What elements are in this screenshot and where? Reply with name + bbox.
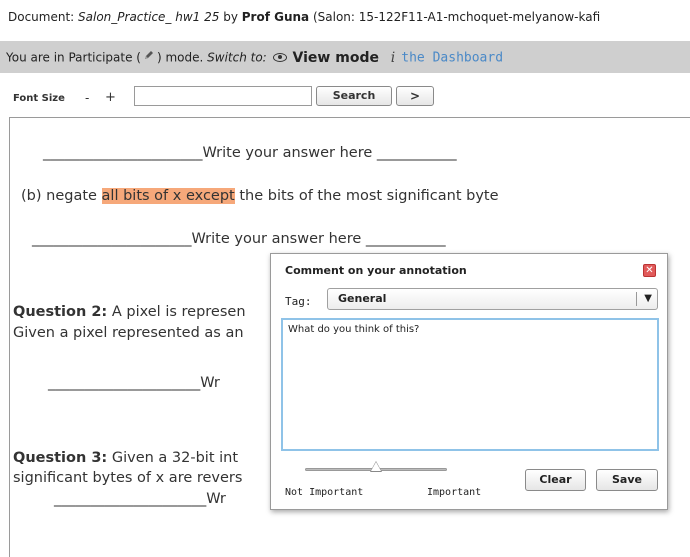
tag-label: Tag:: [285, 295, 312, 308]
answer-blank[interactable]: _____________________: [48, 375, 200, 391]
next-result-button[interactable]: >: [396, 86, 434, 106]
view-mode-link[interactable]: View mode: [293, 50, 379, 66]
mode-prefix: You are in Participate (: [6, 50, 141, 65]
question-2-line-2: Given a pixel represented as an: [13, 325, 244, 341]
comment-textarea[interactable]: [281, 318, 659, 451]
pencil-icon: [143, 41, 155, 73]
answer-blank[interactable]: ___________: [377, 145, 457, 161]
question-2-label: Question 2:: [13, 304, 108, 320]
answer-prompt: Write your answer here: [191, 231, 362, 247]
importance-slider-thumb[interactable]: [370, 461, 382, 472]
font-size-increase-button[interactable]: +: [105, 90, 116, 105]
font-size-label: Font Size: [13, 93, 65, 104]
switch-to-label: Switch to:: [207, 50, 267, 65]
question-2-text: A pixel is represen: [107, 304, 246, 320]
answer-line-3: _____________________Wr: [48, 375, 220, 391]
answer-blank[interactable]: ______________________: [32, 231, 192, 247]
answer-prompt: Wr: [206, 491, 226, 507]
question-3: Question 3: Given a 32-bit int: [13, 450, 238, 466]
answer-blank[interactable]: ___________: [366, 231, 446, 247]
font-size-decrease-button[interactable]: -: [85, 91, 89, 105]
answer-blank[interactable]: _____________________: [54, 491, 206, 507]
comment-dialog: Comment on your annotation ✕ Tag: Genera…: [270, 253, 668, 510]
mode-suffix: ) mode.: [156, 50, 208, 65]
important-label: Important: [427, 487, 482, 498]
by-label: by: [219, 10, 242, 24]
info-icon: i: [390, 49, 396, 66]
document-bar: Document: Salon_Practice_ hw1 25 by Prof…: [0, 0, 690, 34]
mode-bar: You are in Participate ( ) mode. Switch t…: [0, 41, 690, 73]
answer-line-1: ______________________Write your answer …: [43, 145, 457, 161]
close-icon[interactable]: ✕: [643, 264, 656, 277]
part-b-suffix: the bits of the most significant byte: [234, 188, 499, 204]
document-label: Document:: [8, 10, 79, 24]
tag-value: General: [338, 292, 387, 305]
answer-prompt: Write your answer here: [202, 145, 373, 161]
select-divider: [636, 292, 637, 306]
document-name[interactable]: Salon_Practice_ hw1 25: [78, 10, 219, 24]
dashboard-link[interactable]: the Dashboard: [401, 51, 503, 66]
not-important-label: Not Important: [285, 487, 364, 498]
question-3-line-2: significant bytes of x are revers: [13, 470, 243, 486]
highlighted-annotation[interactable]: all bits of x except: [101, 188, 235, 204]
answer-blank[interactable]: ______________________: [43, 145, 203, 161]
search-button[interactable]: Search: [316, 86, 392, 106]
question-3-label: Question 3:: [13, 450, 108, 466]
answer-prompt: Wr: [200, 375, 220, 391]
question-3-text: Given a 32-bit int: [107, 450, 239, 466]
part-b-prefix: (b) negate: [21, 188, 102, 204]
part-b-text: (b) negate all bits of x except the bits…: [21, 188, 499, 204]
save-button[interactable]: Save: [596, 469, 658, 491]
eye-icon: [272, 52, 287, 62]
clear-button[interactable]: Clear: [525, 469, 586, 491]
dialog-title: Comment on your annotation: [285, 264, 467, 277]
answer-line-2: ______________________Write your answer …: [32, 231, 446, 247]
chevron-down-icon: ▼: [644, 293, 652, 304]
search-input[interactable]: [134, 86, 312, 106]
tag-select[interactable]: General ▼: [327, 288, 658, 310]
toolbar: Font Size - + Search >: [0, 84, 690, 112]
question-2: Question 2: A pixel is represen: [13, 304, 246, 320]
answer-line-4: _____________________Wr: [54, 491, 226, 507]
salon-info: (Salon: 15-122F11-A1-mchoquet-melyanow-k…: [309, 10, 601, 24]
document-author: Prof Guna: [241, 10, 310, 24]
